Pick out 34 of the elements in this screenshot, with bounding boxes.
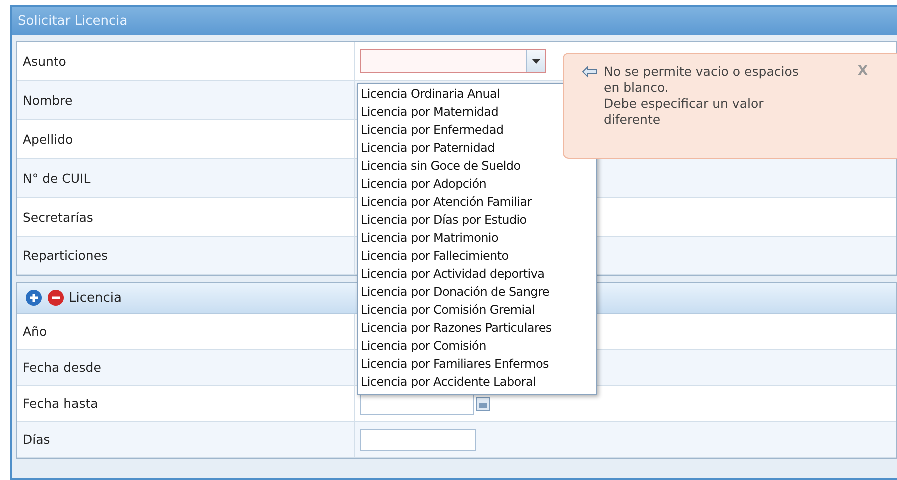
field-label: Asunto — [23, 54, 66, 68]
dropdown-option[interactable]: Licencia por Adopción — [358, 175, 596, 193]
field-label: Secretarías — [23, 210, 94, 224]
field-label: Fecha hasta — [23, 396, 98, 411]
error-message: No se permite vacio o espacios en blanco. — [604, 64, 800, 96]
dropdown-option[interactable]: Licencia por Fallecimiento — [358, 247, 596, 265]
caret-icon — [532, 58, 540, 64]
field-label: Apellido — [23, 132, 74, 146]
arrow-left-icon — [582, 66, 598, 78]
dropdown-option[interactable]: Licencia sin Goce de Sueldo — [358, 157, 596, 175]
remove-icon[interactable] — [47, 289, 65, 307]
field-label: N° de CUIL — [23, 170, 91, 186]
dropdown-option[interactable]: Licencia por Comisión — [358, 337, 596, 355]
dropdown-option[interactable]: Licencia por Matrimonio — [358, 229, 596, 247]
asunto-select[interactable] — [360, 49, 546, 73]
dropdown-option[interactable]: Licencia por Familiares Enfermos — [358, 355, 596, 373]
add-icon[interactable] — [25, 289, 43, 307]
section-title: Licencia — [69, 290, 122, 306]
dropdown-option[interactable]: Licencia por Comisión Gremial — [358, 301, 596, 319]
window-title: Solicitar Licencia — [18, 14, 128, 28]
dropdown-option[interactable]: Licencia por Razones Particulares — [358, 319, 596, 337]
field-label: Días — [23, 432, 50, 447]
field-label: Año — [23, 324, 48, 339]
calendar-icon[interactable] — [476, 396, 490, 410]
field-label: Nombre — [23, 92, 73, 108]
error-message: Debe especificar un valor diferente — [604, 96, 765, 128]
dropdown-option[interactable]: Licencia por Accidente Laboral — [358, 373, 596, 391]
dropdown-option[interactable]: Licencia por Atención Familiar — [358, 193, 596, 211]
dropdown-option[interactable]: Licencia por Días por Estudio — [358, 211, 596, 229]
dropdown-option[interactable]: Licencia por Actividad deportiva — [358, 265, 596, 283]
days-field[interactable] — [360, 428, 476, 450]
field-label: Fecha desde — [23, 360, 102, 375]
dropdown-option[interactable]: Licencia por Donación de Sangre — [358, 283, 596, 301]
field-label: Reparticiones — [23, 248, 108, 263]
